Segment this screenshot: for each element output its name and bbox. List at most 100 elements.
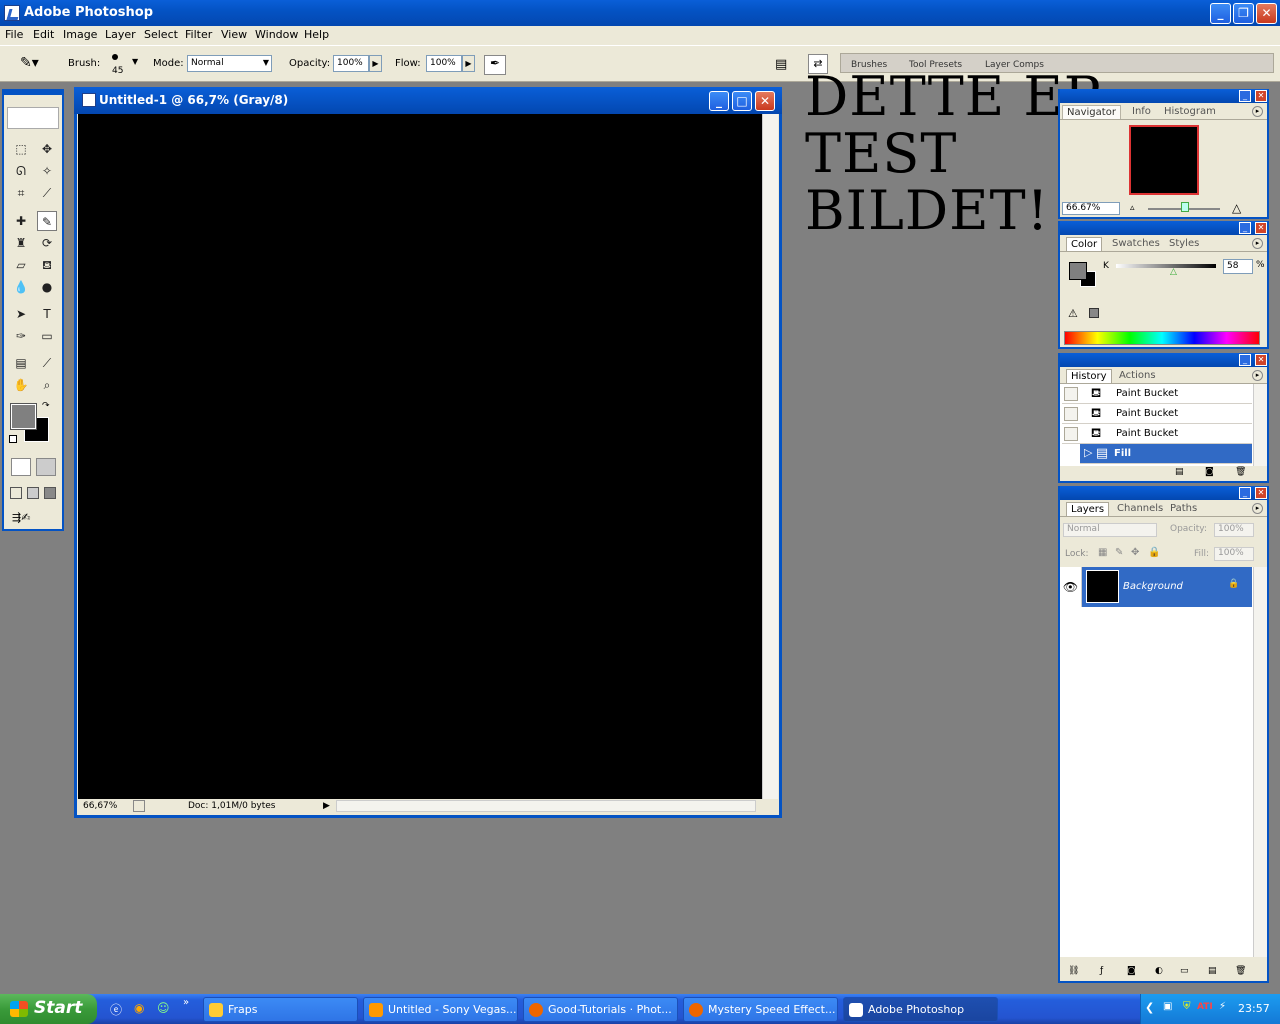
brush-tool-icon[interactable]: ✎ bbox=[37, 211, 57, 231]
tray-ati-icon[interactable]: ATI bbox=[1197, 1002, 1213, 1012]
slice-tool-icon[interactable]: ⟋ bbox=[37, 183, 57, 203]
color-spectrum-ramp[interactable] bbox=[1064, 331, 1260, 345]
link-layers-icon[interactable]: ⛓ bbox=[1068, 966, 1079, 976]
k-value-input[interactable]: 58 bbox=[1223, 259, 1253, 274]
color-close-button[interactable]: ✕ bbox=[1255, 222, 1267, 234]
menu-file[interactable]: File bbox=[5, 28, 23, 41]
menu-layer[interactable]: Layer bbox=[105, 28, 136, 41]
new-document-from-state-icon[interactable]: ▤ bbox=[1175, 467, 1184, 477]
color-minimize-button[interactable]: _ bbox=[1239, 222, 1251, 234]
layers-scrollbar[interactable] bbox=[1253, 567, 1267, 957]
hand-tool-icon[interactable]: ✋ bbox=[11, 375, 31, 395]
menu-help[interactable]: Help bbox=[304, 28, 329, 41]
new-layer-icon[interactable]: ▤ bbox=[1208, 966, 1217, 976]
tray-fraps-icon[interactable]: ▣ bbox=[1163, 1001, 1172, 1012]
paint-bucket-tool-icon[interactable]: ⛾ bbox=[37, 255, 57, 275]
tab-histogram[interactable]: Histogram bbox=[1160, 105, 1220, 118]
delete-layer-icon[interactable]: 🗑 bbox=[1235, 966, 1246, 976]
blur-tool-icon[interactable]: 💧 bbox=[11, 277, 31, 297]
layer-opacity-input[interactable]: 100% bbox=[1214, 523, 1254, 537]
zoom-field[interactable]: 66,67% bbox=[83, 801, 117, 811]
horizontal-scrollbar[interactable] bbox=[336, 800, 756, 812]
history-item[interactable]: ⛾ Paint Bucket bbox=[1062, 384, 1252, 404]
vertical-scrollbar[interactable] bbox=[762, 114, 778, 799]
brush-picker-arrow-icon[interactable]: ▼ bbox=[132, 57, 138, 66]
foreground-color-swatch[interactable] bbox=[10, 403, 37, 430]
tab-color[interactable]: Color bbox=[1066, 237, 1103, 251]
layer-fill-input[interactable]: 100% bbox=[1214, 547, 1254, 561]
lasso-tool-icon[interactable]: ᘏ bbox=[11, 161, 31, 181]
opacity-slider-arrow-icon[interactable]: ▶ bbox=[369, 55, 382, 72]
lock-transparency-icon[interactable]: ▦ bbox=[1098, 547, 1107, 558]
menu-window[interactable]: Window bbox=[255, 28, 298, 41]
taskbar-item-mystery-speed[interactable]: Mystery Speed Effect... bbox=[683, 997, 838, 1022]
layer-row-background[interactable]: Background 🔒 bbox=[1082, 567, 1252, 607]
pen-tool-icon[interactable]: ✑ bbox=[11, 326, 31, 346]
menu-image[interactable]: Image bbox=[63, 28, 97, 41]
zoom-out-icon[interactable]: ▵ bbox=[1130, 203, 1135, 213]
lock-all-icon[interactable]: 🔒 bbox=[1148, 547, 1160, 558]
zoom-tool-icon[interactable]: ⌕ bbox=[37, 375, 57, 395]
history-item-selected[interactable]: ▷ ▤ Fill bbox=[1080, 444, 1252, 464]
k-slider-thumb-icon[interactable]: △ bbox=[1170, 267, 1177, 277]
history-item[interactable]: ⛾ Paint Bucket bbox=[1062, 424, 1252, 444]
brush-tool-preset-icon[interactable]: ✎▾ bbox=[20, 55, 39, 71]
color-fg-swatch[interactable] bbox=[1069, 262, 1087, 280]
status-preview-icon[interactable] bbox=[133, 800, 145, 812]
document-close-button[interactable]: ✕ bbox=[755, 91, 775, 111]
navigator-zoom-field[interactable]: 66.67% bbox=[1062, 202, 1120, 215]
screen-mode-standard-icon[interactable] bbox=[10, 487, 22, 499]
layers-menu-icon[interactable]: ▸ bbox=[1252, 503, 1263, 514]
quicklaunch-more-icon[interactable]: » bbox=[183, 997, 189, 1008]
screen-mode-full-menu-icon[interactable] bbox=[27, 487, 39, 499]
path-selection-tool-icon[interactable]: ➤ bbox=[11, 304, 31, 324]
history-snapshot-checkbox[interactable] bbox=[1064, 387, 1078, 401]
layers-minimize-button[interactable]: _ bbox=[1239, 487, 1251, 499]
blend-mode-select[interactable]: Normal bbox=[1063, 523, 1157, 537]
tab-swatches[interactable]: Swatches bbox=[1108, 237, 1164, 250]
mode-select[interactable]: Normal ▼ bbox=[187, 55, 272, 72]
menu-filter[interactable]: Filter bbox=[185, 28, 212, 41]
restore-button[interactable]: ❐ bbox=[1233, 3, 1254, 24]
tab-history[interactable]: History bbox=[1066, 369, 1112, 383]
dodge-tool-icon[interactable]: ● bbox=[37, 277, 57, 297]
quicklaunch-ie-icon[interactable]: ⓔ bbox=[110, 1001, 122, 1018]
color-menu-icon[interactable]: ▸ bbox=[1252, 238, 1263, 249]
magic-wand-tool-icon[interactable]: ✧ bbox=[37, 161, 57, 181]
delete-state-icon[interactable]: 🗑 bbox=[1235, 467, 1246, 477]
flow-input[interactable]: 100% bbox=[426, 55, 462, 72]
move-tool-icon[interactable]: ✥ bbox=[37, 139, 57, 159]
navigator-thumbnail[interactable] bbox=[1129, 125, 1199, 195]
document-minimize-button[interactable]: _ bbox=[709, 91, 729, 111]
swap-colors-icon[interactable]: ↷ bbox=[42, 401, 50, 411]
layers-close-button[interactable]: ✕ bbox=[1255, 487, 1267, 499]
layer-mask-icon[interactable]: ◙ bbox=[1127, 966, 1136, 976]
history-menu-icon[interactable]: ▸ bbox=[1252, 370, 1263, 381]
quicklaunch-messenger-icon[interactable]: ☺ bbox=[157, 1001, 170, 1015]
minimize-button[interactable]: _ bbox=[1210, 3, 1231, 24]
tab-actions[interactable]: Actions bbox=[1115, 369, 1160, 382]
document-maximize-button[interactable]: □ bbox=[732, 91, 752, 111]
close-button[interactable]: ✕ bbox=[1256, 3, 1277, 24]
history-brush-tool-icon[interactable]: ⟳ bbox=[37, 233, 57, 253]
tray-security-icon[interactable]: ⛨ bbox=[1183, 1001, 1191, 1012]
navigator-slider-thumb[interactable] bbox=[1181, 202, 1189, 212]
default-colors-icon[interactable] bbox=[9, 435, 17, 443]
tray-network-icon[interactable]: ⚡ bbox=[1219, 1001, 1226, 1012]
opacity-input[interactable]: 100% bbox=[333, 55, 369, 72]
tab-channels[interactable]: Channels bbox=[1113, 502, 1167, 515]
navigator-minimize-button[interactable]: _ bbox=[1239, 90, 1251, 102]
eye-visibility-icon[interactable]: 👁 bbox=[1060, 567, 1082, 607]
lock-position-icon[interactable]: ✥ bbox=[1131, 547, 1139, 558]
history-snapshot-checkbox[interactable] bbox=[1064, 427, 1078, 441]
history-minimize-button[interactable]: _ bbox=[1239, 354, 1251, 366]
eyedropper-tool-icon[interactable]: ⟋ bbox=[37, 353, 57, 373]
type-tool-icon[interactable]: T bbox=[37, 304, 57, 324]
quick-mask-mode-icon[interactable] bbox=[36, 458, 56, 476]
history-snapshot-checkbox[interactable] bbox=[1064, 407, 1078, 421]
layer-style-icon[interactable]: ƒ bbox=[1100, 966, 1103, 976]
quicklaunch-firefox-icon[interactable]: ◉ bbox=[134, 1001, 144, 1015]
layer-name[interactable]: Background bbox=[1123, 581, 1183, 592]
adjustment-layer-icon[interactable]: ◐ bbox=[1155, 966, 1163, 976]
new-group-icon[interactable]: ▭ bbox=[1180, 966, 1189, 976]
